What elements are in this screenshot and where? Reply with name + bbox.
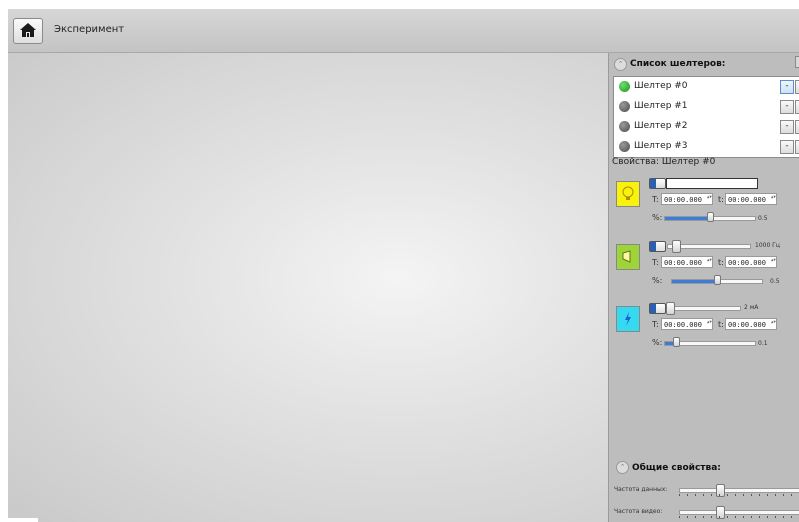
extra-button[interactable] <box>795 120 799 134</box>
remove-button[interactable]: - <box>780 140 794 154</box>
data-rate-label: Частота данных: <box>614 486 668 493</box>
percent-thumb[interactable] <box>714 275 721 285</box>
light-color-box[interactable] <box>666 178 758 189</box>
shelter-label: Шелтер #0 <box>634 81 688 91</box>
current-slider[interactable] <box>667 306 741 311</box>
shelter-label: Шелтер #1 <box>634 101 688 111</box>
list-item[interactable]: Шелтер #2 - <box>614 117 799 137</box>
extra-button[interactable] <box>795 100 799 114</box>
extra-button[interactable] <box>795 80 799 94</box>
data-rate-row: Частота данных: <box>609 483 799 499</box>
current-value: 2 мА <box>744 304 759 311</box>
remove-button[interactable]: - <box>780 120 794 134</box>
frequency-thumb[interactable] <box>672 240 681 253</box>
status-gray-icon <box>619 141 630 152</box>
period-field[interactable]: 00:00.000 ▲▼ <box>661 193 713 205</box>
status-gray-icon <box>619 121 630 132</box>
percent-thumb[interactable] <box>673 337 680 347</box>
video-rate-ticks <box>679 516 799 518</box>
t2-label: t: <box>718 195 724 204</box>
properties-label: Свойства: Шелтер #0 <box>612 157 716 167</box>
frequency-value: 1000 Гц <box>755 242 780 249</box>
percent-value: 0.1 <box>758 340 768 347</box>
percent-fill <box>672 280 717 283</box>
shock-effect: 2 мА T: 00:00.000 ▲▼ t: 00:00.000 ▲▼ %: 0.… <box>609 300 799 360</box>
list-item[interactable]: Шелтер #3 - <box>614 137 799 157</box>
duration-field[interactable]: 00:00.000 ▲▼ <box>725 256 777 268</box>
general-properties-header: ⌃ Общие свойства: <box>609 458 799 478</box>
sound-toggle[interactable] <box>649 241 666 252</box>
horn-icon[interactable] <box>616 244 640 270</box>
experiment-canvas[interactable] <box>8 53 608 522</box>
shelter-label: Шелтер #2 <box>634 121 688 131</box>
light-bulb-icon[interactable] <box>616 181 640 207</box>
t-label: T: <box>652 195 659 204</box>
percent-fill <box>665 217 710 220</box>
list-item[interactable]: Шелтер #1 - <box>614 97 799 117</box>
percent-value: 0.5 <box>770 278 780 285</box>
duration-field[interactable]: 00:00.000 ▲▼ <box>725 318 777 330</box>
list-item[interactable]: Шелтер #0 - <box>614 77 799 97</box>
home-button[interactable] <box>13 18 43 44</box>
collapse-chevron-icon[interactable]: ⌃ <box>614 58 627 71</box>
percent-label: %: <box>652 213 663 222</box>
status-green-icon <box>619 81 630 92</box>
shelter-list-title: Список шелтеров: <box>630 59 726 69</box>
percent-thumb[interactable] <box>707 212 714 222</box>
general-properties-title: Общие свойства: <box>632 463 721 473</box>
collapse-chevron-icon[interactable]: ⌃ <box>616 461 629 474</box>
data-rate-ticks <box>679 494 799 496</box>
video-rate-row: Частота видео: <box>609 505 799 521</box>
status-gray-icon <box>619 101 630 112</box>
shelter-list: Шелтер #0 - Шелтер #1 - Шелтер #2 - Шелт… <box>613 76 799 158</box>
home-icon <box>20 23 36 37</box>
shelter-label: Шелтер #3 <box>634 141 688 151</box>
sound-effect: 1000 Гц T: 00:00.000 ▲▼ t: 00:00.000 ▲▼ %:… <box>609 238 799 298</box>
video-rate-label: Частота видео: <box>614 508 663 515</box>
percent-label: %: <box>652 276 663 285</box>
shelter-list-header: ⌃ Список шелтеров: <box>609 56 799 72</box>
percent-label: %: <box>652 338 663 347</box>
t2-label: t: <box>718 258 724 267</box>
remove-button[interactable]: - <box>780 100 794 114</box>
current-thumb[interactable] <box>666 302 675 315</box>
duration-field[interactable]: 00:00.000 ▲▼ <box>725 193 777 205</box>
properties-panel: ⌃ Список шелтеров: Шелтер #0 - Шелтер #1… <box>608 53 799 522</box>
light-toggle[interactable] <box>649 178 666 189</box>
percent-value: 0.5 <box>758 215 768 222</box>
period-field[interactable]: 00:00.000 ▲▼ <box>661 318 713 330</box>
status-strip <box>8 518 38 522</box>
add-shelter-button[interactable] <box>795 56 799 68</box>
t-label: T: <box>652 320 659 329</box>
remove-button[interactable]: - <box>780 80 794 94</box>
data-rate-slider[interactable] <box>679 488 799 493</box>
t2-label: t: <box>718 320 724 329</box>
shock-toggle[interactable] <box>649 303 666 314</box>
t-label: T: <box>652 258 659 267</box>
lightning-icon[interactable] <box>616 306 640 332</box>
light-effect: T: 00:00.000 ▲▼ t: 00:00.000 ▲▼ %: 0.5 <box>609 175 799 235</box>
video-rate-slider[interactable] <box>679 510 799 515</box>
title-bar: Эксперимент <box>8 9 799 53</box>
window-title: Эксперимент <box>54 24 125 35</box>
extra-button[interactable] <box>795 140 799 154</box>
period-field[interactable]: 00:00.000 ▲▼ <box>661 256 713 268</box>
